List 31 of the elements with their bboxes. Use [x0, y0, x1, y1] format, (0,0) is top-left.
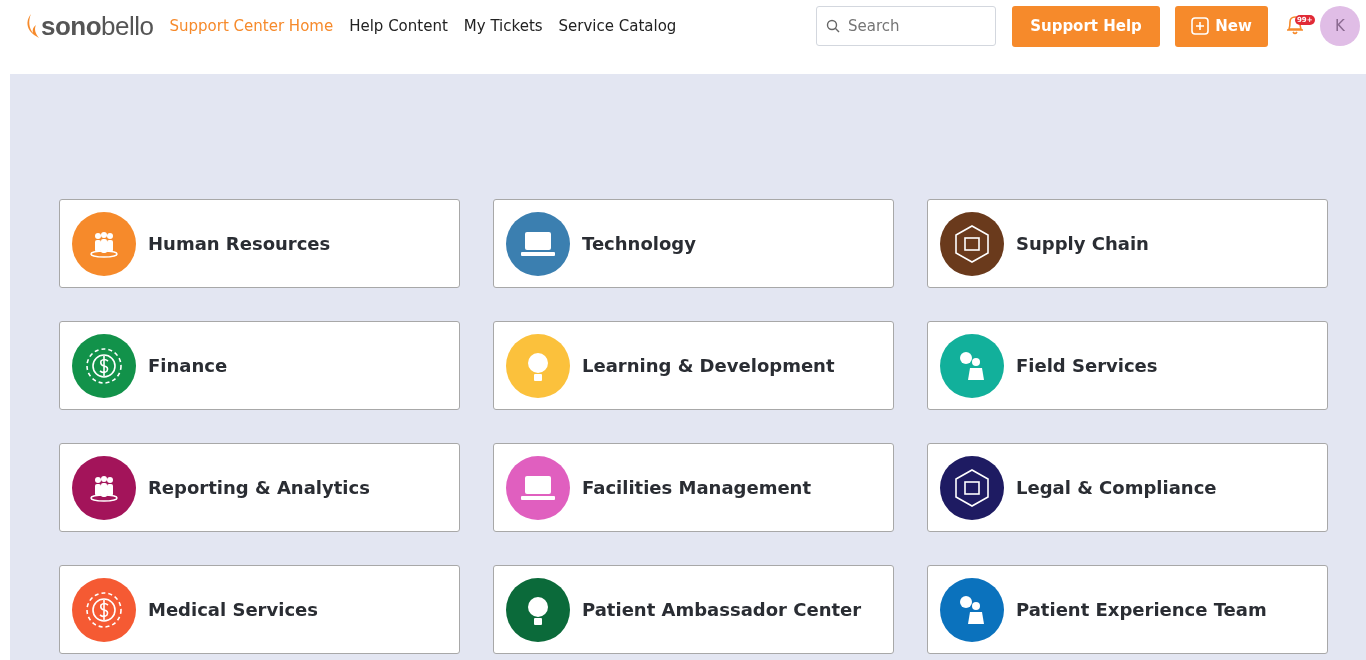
category-card[interactable]: Supply Chain	[927, 199, 1328, 288]
category-label: Technology	[582, 233, 696, 254]
category-label: Field Services	[1016, 355, 1158, 376]
category-card[interactable]: Facilities Management	[493, 443, 894, 532]
category-card[interactable]: Technology	[493, 199, 894, 288]
category-label: Reporting & Analytics	[148, 477, 370, 498]
plus-box-icon	[1191, 17, 1210, 35]
logo-wordmark[interactable]: sonobello	[41, 10, 154, 42]
category-card[interactable]: Medical Services	[59, 565, 460, 654]
search-field[interactable]: Search	[816, 6, 996, 46]
category-card[interactable]: Human Resources	[59, 199, 460, 288]
category-card[interactable]: Legal & Compliance	[927, 443, 1328, 532]
category-label: Learning & Development	[582, 355, 835, 376]
category-card[interactable]: Patient Ambassador Center	[493, 565, 894, 654]
category-label: Facilities Management	[582, 477, 812, 498]
nav-link[interactable]: Help Content	[349, 17, 448, 35]
category-label: Patient Ambassador Center	[582, 599, 862, 620]
category-label: Human Resources	[148, 233, 331, 254]
category-label: Patient Experience Team	[1016, 599, 1267, 620]
category-card[interactable]: Reporting & Analytics	[59, 443, 460, 532]
category-label: Legal & Compliance	[1016, 477, 1217, 498]
flame-icon	[25, 13, 41, 39]
category-card[interactable]: Field Services	[927, 321, 1328, 410]
category-label: Medical Services	[148, 599, 318, 620]
nav-link[interactable]: My Tickets	[463, 17, 543, 35]
nav-link[interactable]: Service Catalog	[558, 17, 677, 35]
category-label: Supply Chain	[1016, 233, 1149, 254]
category-card[interactable]: Patient Experience Team	[927, 565, 1328, 654]
category-label: Finance	[148, 355, 228, 376]
category-card[interactable]: Learning & Development	[493, 321, 894, 410]
category-card[interactable]: Finance	[59, 321, 460, 410]
